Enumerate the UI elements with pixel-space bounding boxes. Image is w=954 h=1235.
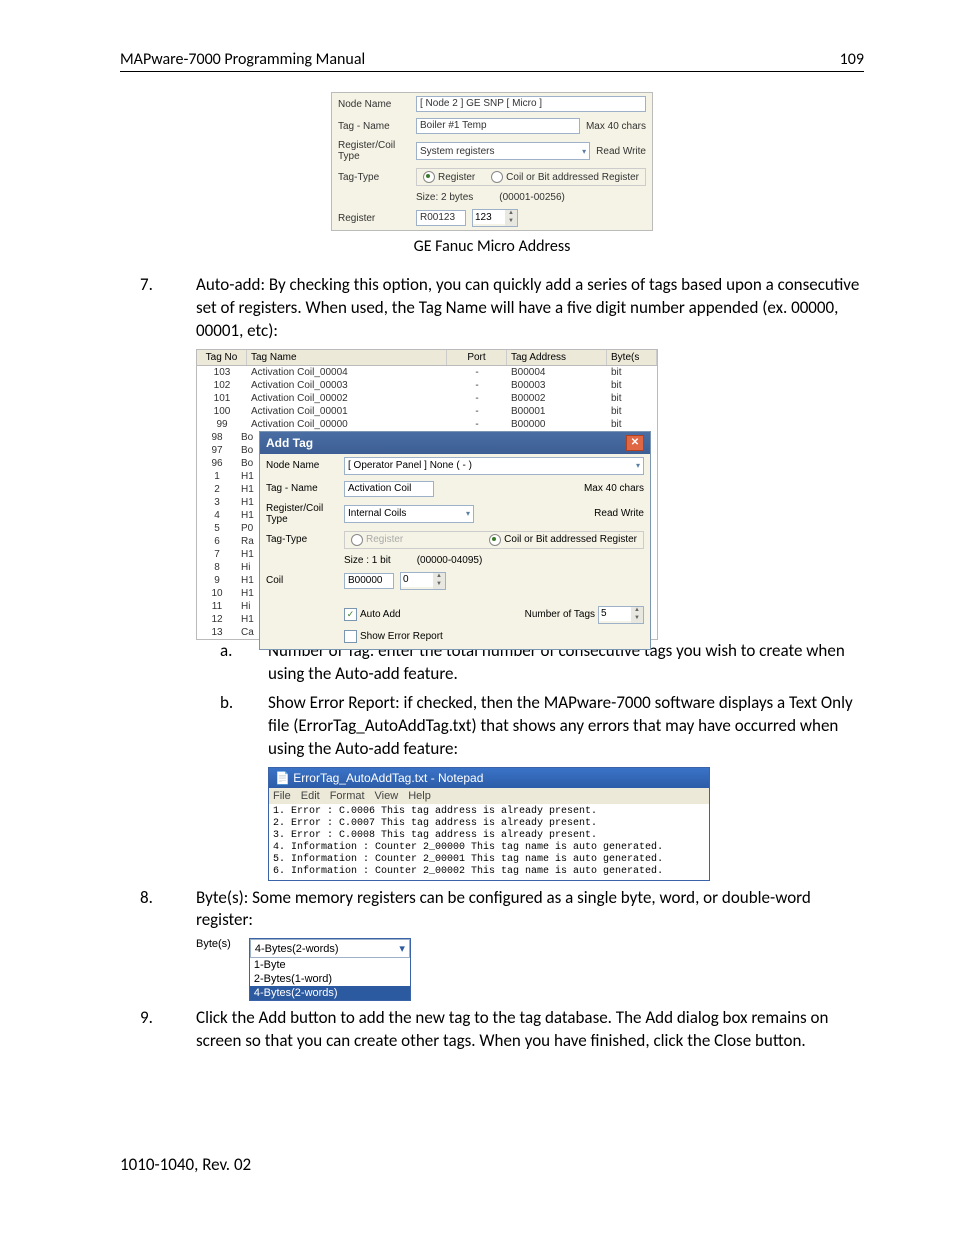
at-tagname-field[interactable]: Activation Coil xyxy=(344,481,434,497)
notepad-body: 1. Error : C.0006 This tag address is al… xyxy=(269,804,709,880)
at-node-label: Node Name xyxy=(266,460,338,471)
register-label: Register xyxy=(338,213,410,224)
notepad-menu-format[interactable]: Format xyxy=(330,790,365,802)
list-item-7b: b.Show Error Report: if checked, then th… xyxy=(120,692,864,761)
bytes-option[interactable]: 4-Bytes(2-words) xyxy=(250,986,410,1000)
th-port: Port xyxy=(447,350,507,365)
max-chars-note: Max 40 chars xyxy=(586,121,646,132)
table-row[interactable]: 100Activation Coil_00001-B00001bit xyxy=(197,405,657,418)
table-row[interactable]: 7H1 xyxy=(197,548,259,561)
th-tagname: Tag Name xyxy=(247,350,447,365)
table-row[interactable]: 99Activation Coil_00000-B00000bit xyxy=(197,418,657,431)
notepad-title: 📄 ErrorTag_AutoAddTag.txt - Notepad xyxy=(269,768,709,788)
register-radio[interactable]: Register xyxy=(423,171,475,183)
at-coil-spinner[interactable]: ▲▼ xyxy=(400,572,446,590)
bytes-label: Byte(s) xyxy=(196,938,231,950)
tag-table: Tag No Tag Name Port Tag Address Byte(s … xyxy=(196,349,658,640)
regcoil-select[interactable]: System registers xyxy=(416,142,590,160)
node-label: Node Name xyxy=(338,99,410,110)
tagtype-label: Tag-Type xyxy=(338,172,410,183)
numtags-label: Number of Tags xyxy=(525,609,595,620)
table-row[interactable]: 103Activation Coil_00004-B00004bit xyxy=(197,366,657,379)
tagname-field[interactable]: Boiler #1 Temp xyxy=(416,118,580,134)
header-page: 109 xyxy=(840,50,864,69)
bytes-figure: Byte(s) 4-Bytes(2-words)▾ 1-Byte2-Bytes(… xyxy=(196,938,864,1001)
at-node-select[interactable]: [ Operator Panel ] None ( - ) xyxy=(344,457,644,475)
numtags-spinner[interactable]: ▲▼ xyxy=(598,606,644,624)
figure-caption-1: GE Fanuc Micro Address xyxy=(120,237,864,256)
notepad-menu: File Edit Format View Help xyxy=(269,788,709,804)
coil-radio[interactable]: Coil or Bit addressed Register xyxy=(491,171,639,183)
notepad-menu-help[interactable]: Help xyxy=(408,790,431,802)
tagname-label: Tag - Name xyxy=(338,121,410,132)
list-item-8: 8.Byte(s): Some memory registers can be … xyxy=(120,887,864,933)
table-row[interactable]: 9H1 xyxy=(197,574,259,587)
register-spinner[interactable]: ▲▼ xyxy=(472,209,518,227)
at-rw: Read Write xyxy=(594,508,644,519)
table-row[interactable]: 12H1 xyxy=(197,613,259,626)
ge-fanuc-dialog: Node Name [ Node 2 ] GE SNP [ Micro ] Ta… xyxy=(331,92,653,231)
register-field[interactable]: R00123 xyxy=(416,210,466,226)
header-title: MAPware-7000 Programming Manual xyxy=(120,50,365,69)
at-size: Size : 1 bit xyxy=(344,555,391,566)
notepad-menu-file[interactable]: File xyxy=(273,790,291,802)
table-row[interactable]: 98Bo xyxy=(197,431,259,444)
table-row[interactable]: 102Activation Coil_00003-B00003bit xyxy=(197,379,657,392)
readwrite-note: Read Write xyxy=(596,146,646,157)
th-bytes: Byte(s xyxy=(607,350,657,365)
table-row[interactable]: 13Ca xyxy=(197,626,259,639)
add-tag-titlebar: Add Tag ✕ xyxy=(260,432,650,454)
add-tag-dialog: Add Tag ✕ Node Name [ Operator Panel ] N… xyxy=(259,431,651,650)
at-coil-field[interactable]: B00000 xyxy=(344,573,394,589)
notepad-menu-view[interactable]: View xyxy=(375,790,399,802)
table-row[interactable]: 8Hi xyxy=(197,561,259,574)
close-icon[interactable]: ✕ xyxy=(626,435,644,451)
bytes-select[interactable]: 4-Bytes(2-words)▾ xyxy=(250,939,410,958)
notepad-window: 📄 ErrorTag_AutoAddTag.txt - Notepad File… xyxy=(268,767,710,881)
table-row[interactable]: 96Bo xyxy=(197,457,259,470)
table-row[interactable]: 10H1 xyxy=(197,587,259,600)
at-tagtype-label: Tag-Type xyxy=(266,534,338,545)
at-regcoil-select[interactable]: Internal Coils xyxy=(344,505,474,523)
size-note: Size: 2 bytes xyxy=(416,192,473,203)
table-row[interactable]: 1H1 xyxy=(197,470,259,483)
bytes-option[interactable]: 2-Bytes(1-word) xyxy=(250,972,410,986)
at-register-radio: Register xyxy=(351,534,403,546)
at-regcoil-label: Register/Coil Type xyxy=(266,503,338,525)
at-coil-radio[interactable]: Coil or Bit addressed Register xyxy=(489,534,637,546)
table-row[interactable]: 97Bo xyxy=(197,444,259,457)
node-name-field[interactable]: [ Node 2 ] GE SNP [ Micro ] xyxy=(416,96,646,112)
table-row[interactable]: 4H1 xyxy=(197,509,259,522)
table-row[interactable]: 2H1 xyxy=(197,483,259,496)
at-tagname-label: Tag - Name xyxy=(266,483,338,494)
table-row[interactable]: 3H1 xyxy=(197,496,259,509)
table-row[interactable]: 6Ra xyxy=(197,535,259,548)
range-note: (00001-00256) xyxy=(499,192,565,203)
table-row[interactable]: 11Hi xyxy=(197,600,259,613)
autoadd-checkbox[interactable]: ✓Auto Add xyxy=(344,608,401,621)
bytes-option[interactable]: 1-Byte xyxy=(250,958,410,972)
regcoil-label: Register/Coil Type xyxy=(338,140,410,162)
footer: 1010-1040, Rev. 02 xyxy=(120,1154,251,1175)
th-tagno: Tag No xyxy=(197,350,247,365)
th-tagaddr: Tag Address xyxy=(507,350,607,365)
at-maxchars: Max 40 chars xyxy=(584,483,644,494)
list-item-7: 7.Auto-add: By checking this option, you… xyxy=(120,274,864,343)
list-item-9: 9.Click the Add button to add the new ta… xyxy=(120,1007,864,1053)
at-coil-label: Coil xyxy=(266,575,338,586)
showerr-checkbox[interactable]: Show Error Report xyxy=(344,630,443,643)
table-row[interactable]: 5P0 xyxy=(197,522,259,535)
table-row[interactable]: 101Activation Coil_00002-B00002bit xyxy=(197,392,657,405)
at-range: (00000-04095) xyxy=(417,555,483,566)
page-header: MAPware-7000 Programming Manual 109 xyxy=(120,50,864,72)
notepad-menu-edit[interactable]: Edit xyxy=(301,790,320,802)
